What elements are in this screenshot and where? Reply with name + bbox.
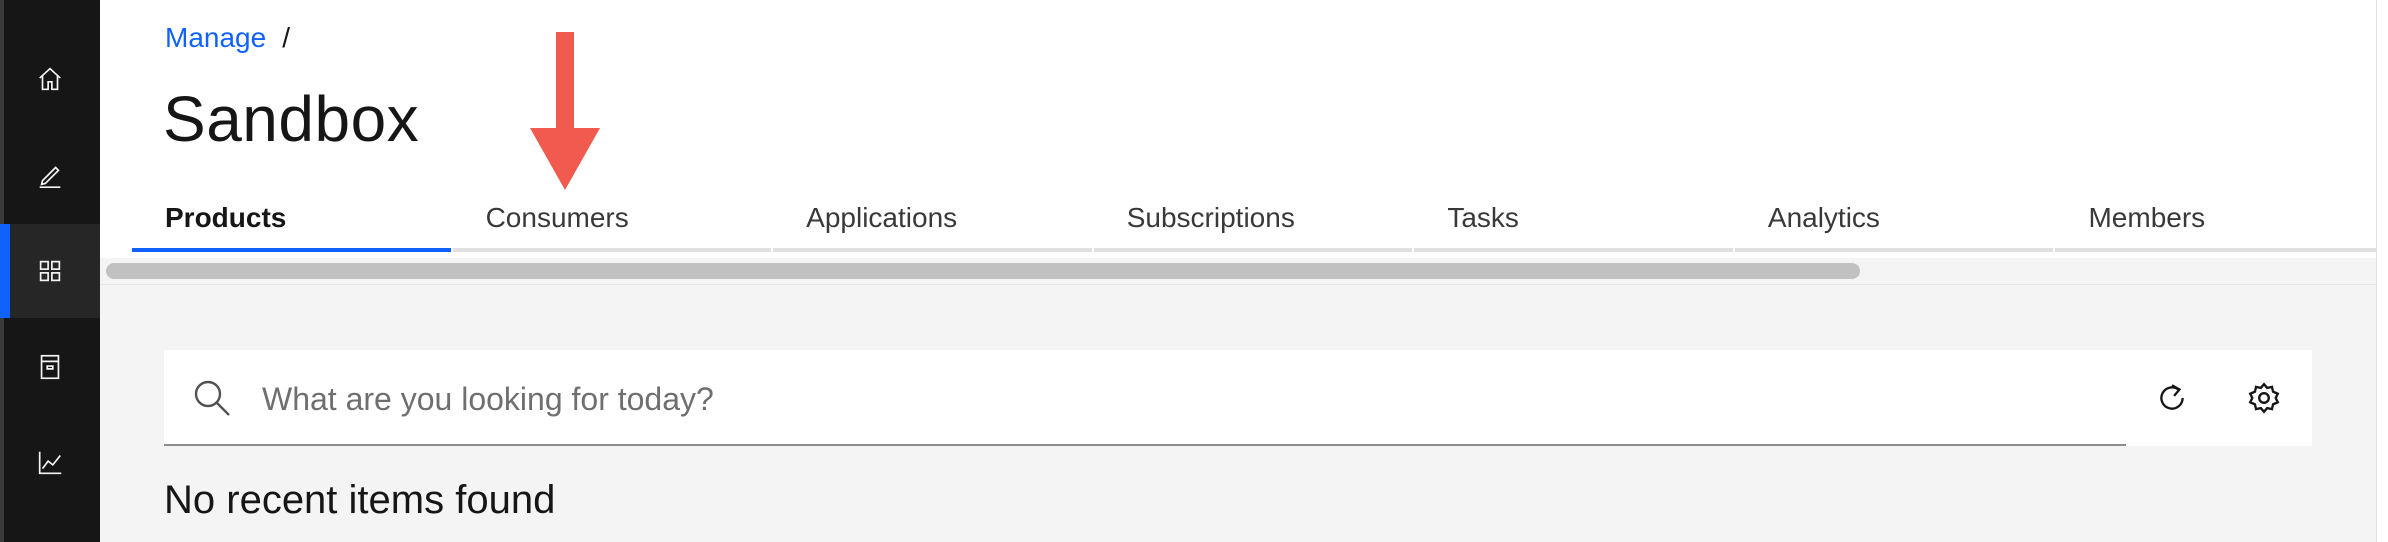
tab-label: Members <box>2088 202 2206 233</box>
tab-products[interactable]: Products <box>132 186 453 252</box>
tab-analytics[interactable]: Analytics <box>1732 186 2056 252</box>
tab-label: Analytics <box>1767 202 1880 233</box>
tab-label: Tasks <box>1447 202 1519 233</box>
settings-button[interactable] <box>2240 374 2288 422</box>
page-header: Manage / Sandbox Products Consumers Appl… <box>100 0 2377 284</box>
edit-icon <box>39 166 61 189</box>
search-bar <box>164 350 2312 446</box>
tab-label: Subscriptions <box>1126 202 1295 233</box>
refresh-button[interactable] <box>2148 374 2196 422</box>
nav-item-manage[interactable] <box>0 224 100 318</box>
tab-consumers[interactable]: Consumers <box>450 186 774 252</box>
breadcrumb: Manage / <box>165 22 290 54</box>
nav-item-develop[interactable] <box>0 128 100 222</box>
analytics-icon <box>38 451 62 475</box>
search-field <box>164 350 2126 446</box>
left-nav-rail <box>0 0 100 542</box>
settings-icon <box>2248 382 2280 414</box>
annotation-arrow-icon <box>530 32 600 190</box>
search-input[interactable] <box>260 372 2104 426</box>
grid-icon <box>39 260 61 282</box>
breadcrumb-separator: / <box>282 22 290 53</box>
tab-tasks[interactable]: Tasks <box>1412 186 1735 252</box>
breadcrumb-link-manage[interactable]: Manage <box>165 22 266 54</box>
nav-item-analytics[interactable] <box>0 416 100 510</box>
tab-members[interactable]: Members <box>2053 186 2377 252</box>
home-icon <box>39 67 61 91</box>
tab-applications[interactable]: Applications <box>771 186 1094 252</box>
refresh-icon <box>2160 384 2184 410</box>
search-icon <box>192 378 232 418</box>
archive-icon <box>40 354 60 380</box>
window-edge <box>2376 0 2388 542</box>
tab-list: Products Consumers Applications Subscrip… <box>132 186 2377 252</box>
tab-subscriptions[interactable]: Subscriptions <box>1091 186 1415 252</box>
page-title: Sandbox <box>163 83 420 155</box>
tab-label: Products <box>165 202 287 233</box>
empty-state-message: No recent items found <box>164 478 556 522</box>
tab-label: Consumers <box>485 202 629 233</box>
tabs-scrollbar-thumb[interactable] <box>106 263 1860 279</box>
nav-item-home[interactable] <box>0 32 100 126</box>
tab-label: Applications <box>806 202 958 233</box>
nav-item-catalog[interactable] <box>0 320 100 414</box>
